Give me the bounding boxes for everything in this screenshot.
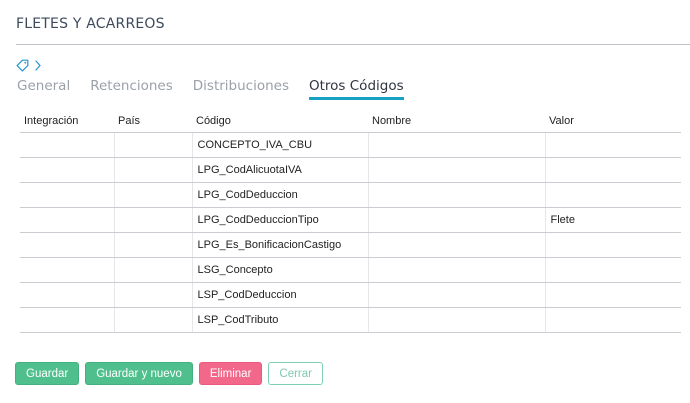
tag-icon[interactable] [16,59,29,72]
cell-nombre [367,157,545,183]
close-button[interactable]: Cerrar [268,362,323,385]
cell-pais [113,132,192,158]
save-button[interactable]: Guardar [15,362,80,385]
tab-bar: General Retenciones Distribuciones Otros… [17,78,424,100]
cell-integracion [20,157,114,183]
cell-valor [544,257,681,283]
table-row[interactable]: LSP_CodDeduccion [20,282,681,308]
cell-pais [113,157,192,183]
cell-pais [113,207,192,233]
cell-integracion [20,282,114,308]
cell-nombre [367,232,545,258]
cell-nombre [367,282,545,308]
cell-codigo: LPG_CodDeduccionTipo [191,207,368,233]
codes-table: Integración País Código Nombre Valor CON… [20,110,681,333]
cell-integracion [20,132,114,158]
cell-pais [113,282,192,308]
cell-nombre [367,182,545,208]
tab-distribuciones[interactable]: Distribuciones [193,78,289,96]
cell-integracion [20,232,114,258]
breadcrumb [16,58,41,72]
cell-codigo: LPG_CodAlicuotaIVA [191,157,368,183]
column-header-nombre[interactable]: Nombre [368,110,545,133]
cell-integracion [20,207,114,233]
tab-otros-codigos[interactable]: Otros Códigos [309,78,404,100]
table-row[interactable]: LPG_CodDeduccionTipo Flete [20,207,681,233]
cell-codigo: CONCEPTO_IVA_CBU [191,132,368,158]
cell-codigo: LSP_CodTributo [191,307,368,333]
delete-button[interactable]: Eliminar [198,362,263,385]
cell-integracion [20,307,114,333]
cell-valor [544,232,681,258]
cell-valor: Flete [544,207,681,233]
table-row[interactable]: LPG_CodDeduccion [20,182,681,208]
cell-pais [113,307,192,333]
table-row[interactable]: LSP_CodTributo [20,307,681,333]
cell-valor [544,282,681,308]
cell-codigo: LSG_Concepto [191,257,368,283]
cell-codigo: LPG_CodDeduccion [191,182,368,208]
cell-pais [113,182,192,208]
save-and-new-button[interactable]: Guardar y nuevo [85,362,193,385]
table-row[interactable]: LSG_Concepto [20,257,681,283]
column-header-codigo[interactable]: Código [192,110,368,133]
form-actions: Guardar Guardar y nuevo Eliminar Cerrar [15,362,323,385]
cell-valor [544,132,681,158]
cell-valor [544,307,681,333]
cell-nombre [367,132,545,158]
tab-retenciones[interactable]: Retenciones [90,78,173,96]
table-row[interactable]: LPG_Es_BonificacionCastigo [20,232,681,258]
column-header-valor[interactable]: Valor [545,110,681,133]
column-header-integracion[interactable]: Integración [20,110,114,133]
table-row[interactable]: LPG_CodAlicuotaIVA [20,157,681,183]
cell-pais [113,257,192,283]
cell-nombre [367,207,545,233]
tab-general[interactable]: General [17,78,70,96]
cell-codigo: LSP_CodDeduccion [191,282,368,308]
cell-valor [544,182,681,208]
cell-integracion [20,182,114,208]
chevron-right-icon[interactable] [35,59,41,71]
page-title: FLETES Y ACARREOS [16,16,165,32]
cell-valor [544,157,681,183]
cell-nombre [367,307,545,333]
cell-nombre [367,257,545,283]
table-row[interactable]: CONCEPTO_IVA_CBU [20,132,681,158]
cell-pais [113,232,192,258]
table-header-row: Integración País Código Nombre Valor [20,110,681,133]
cell-codigo: LPG_Es_BonificacionCastigo [191,232,368,258]
cell-integracion [20,257,114,283]
column-header-pais[interactable]: País [114,110,192,133]
title-divider [16,44,690,45]
